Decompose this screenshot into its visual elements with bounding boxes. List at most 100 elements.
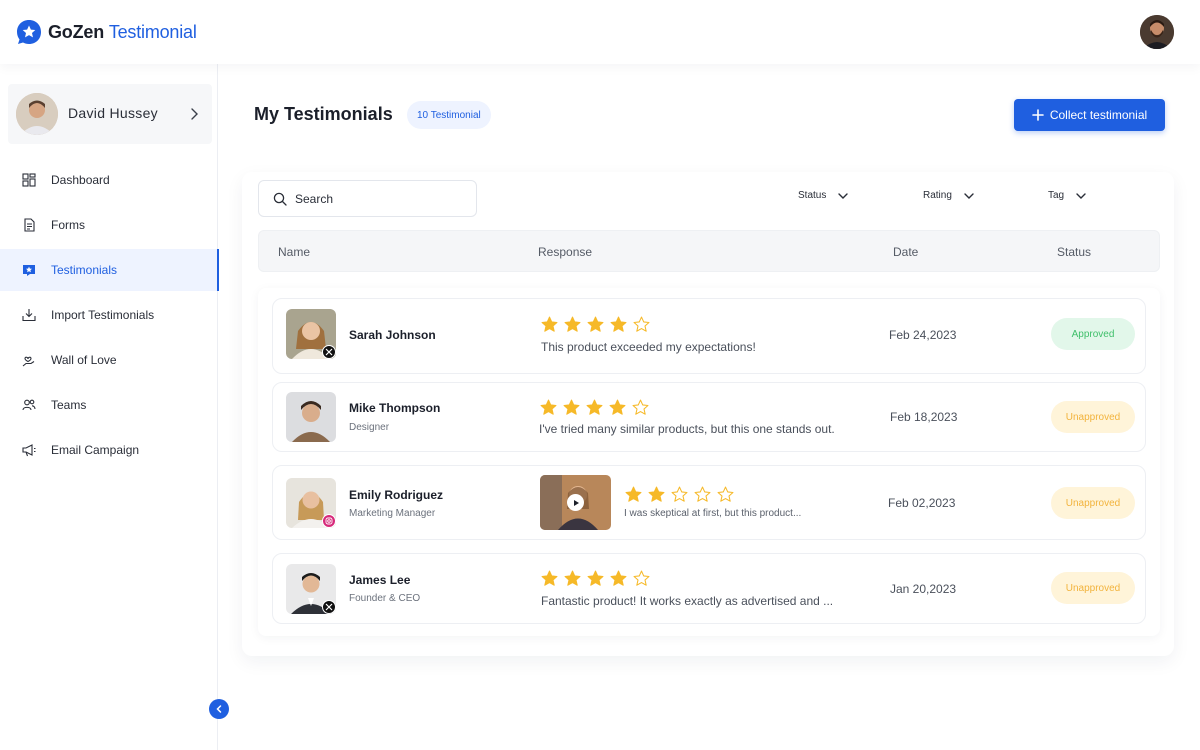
star-rating — [625, 486, 734, 503]
profile-card[interactable]: David Hussey — [8, 84, 212, 144]
megaphone-icon — [22, 443, 36, 457]
team-icon — [22, 398, 36, 412]
sidebar-item-import-testimonials[interactable]: Import Testimonials — [0, 294, 218, 336]
response-date: Feb 18,2023 — [890, 410, 958, 424]
star-filled-icon — [563, 399, 580, 415]
sidebar-item-dashboard[interactable]: Dashboard — [0, 159, 218, 201]
response-date: Feb 02,2023 — [888, 496, 956, 510]
testimonial-icon — [22, 263, 36, 277]
rating-filter-label: Rating — [923, 190, 952, 201]
sidebar-item-label: Import Testimonials — [51, 308, 155, 322]
star-rating — [541, 570, 650, 587]
testimonial-count-badge: 10 Testimonial — [407, 101, 491, 129]
sidebar-nav: Dashboard Forms Testimonials Import Test… — [0, 159, 219, 474]
sidebar-item-testimonials[interactable]: Testimonials — [0, 249, 219, 291]
star-filled-icon — [587, 570, 604, 586]
status-filter-label: Status — [798, 190, 827, 201]
chevron-down-icon — [1076, 192, 1086, 199]
response-text: I've tried many similar products, but th… — [539, 422, 835, 436]
video-thumbnail[interactable] — [540, 475, 611, 530]
status-badge[interactable]: Unapproved — [1051, 401, 1135, 433]
collect-testimonial-button[interactable]: Collect testimonial — [1014, 99, 1165, 131]
reviewer-role: Founder & CEO — [349, 593, 421, 604]
star-filled-icon — [564, 570, 581, 586]
star-filled-icon — [609, 399, 626, 415]
chevron-left-icon — [216, 705, 222, 713]
tag-filter-label: Tag — [1048, 190, 1065, 201]
profile-name: David Hussey — [68, 105, 158, 121]
sidebar-item-email-campaign[interactable]: Email Campaign — [0, 429, 218, 471]
search-box[interactable] — [258, 180, 477, 217]
response-text: This product exceeded my expectations! — [541, 340, 756, 354]
star-empty-icon — [717, 486, 734, 502]
collect-button-label: Collect testimonial — [1049, 108, 1148, 122]
star-filled-icon — [587, 316, 604, 332]
table-row[interactable]: Emily Rodriguez Marketing Manager I was … — [272, 465, 1146, 540]
reviewer-name: James Lee — [349, 573, 411, 587]
star-filled-icon — [541, 316, 558, 332]
account-avatar[interactable] — [1140, 15, 1174, 49]
tag-filter[interactable]: Tag — [1048, 190, 1088, 201]
status-filter[interactable]: Status — [798, 190, 850, 201]
star-filled-icon — [648, 486, 665, 502]
import-icon — [22, 308, 36, 322]
brand-name: GoZen Testimonial — [48, 21, 197, 42]
search-icon — [273, 192, 287, 206]
sidebar-item-label: Email Campaign — [51, 443, 140, 457]
star-filled-icon — [586, 399, 603, 415]
rating-filter[interactable]: Rating — [923, 190, 976, 201]
logo-icon — [17, 20, 41, 44]
page-title: My Testimonials — [254, 104, 393, 124]
avatar — [16, 93, 58, 135]
status-badge[interactable]: Unapproved — [1051, 487, 1135, 519]
column-header-status[interactable]: Status — [1057, 245, 1091, 259]
sidebar: David Hussey Dashboard Forms Testimonial… — [0, 64, 219, 750]
reviewer-name: Sarah Johnson — [349, 328, 436, 342]
play-icon[interactable] — [567, 494, 584, 511]
response-text: I was skeptical at first, but this produ… — [624, 508, 802, 519]
star-filled-icon — [625, 486, 642, 502]
star-empty-icon — [632, 399, 649, 415]
form-icon — [22, 218, 36, 232]
star-rating — [541, 316, 650, 333]
star-filled-icon — [541, 570, 558, 586]
table-header: Name Response Date Status — [258, 230, 1160, 272]
column-header-response[interactable]: Response — [538, 245, 592, 259]
sidebar-item-forms[interactable]: Forms — [0, 204, 218, 246]
sidebar-item-wall-of-love[interactable]: Wall of Love — [0, 339, 218, 381]
chevron-down-icon — [964, 192, 974, 199]
sidebar-item-label: Testimonials — [51, 263, 118, 277]
status-badge[interactable]: Unapproved — [1051, 572, 1135, 604]
chevron-down-icon — [838, 192, 849, 199]
avatar — [286, 392, 336, 442]
sidebar-collapse-button[interactable] — [209, 699, 229, 719]
status-badge[interactable]: Approved — [1051, 318, 1135, 350]
reviewer-name: Mike Thompson — [349, 401, 441, 415]
hand-heart-icon — [22, 353, 36, 367]
x-icon — [322, 600, 336, 614]
chevron-right-icon — [191, 108, 198, 120]
table-row[interactable]: Mike Thompson Designer I've tried many s… — [272, 382, 1146, 452]
response-date: Jan 20,2023 — [890, 582, 957, 596]
brand-logo[interactable]: GoZen Testimonial — [16, 19, 197, 45]
table-row[interactable]: James Lee Founder & CEO Fantastic produc… — [272, 553, 1146, 624]
reviewer-name: Emily Rodriguez — [349, 488, 444, 502]
column-header-date[interactable]: Date — [893, 245, 918, 259]
table-row[interactable]: Sarah Johnson This product exceeded my e… — [272, 298, 1146, 374]
sidebar-item-teams[interactable]: Teams — [0, 384, 218, 426]
x-icon — [322, 345, 336, 359]
star-empty-icon — [633, 570, 650, 586]
star-empty-icon — [633, 316, 650, 332]
star-filled-icon — [540, 399, 557, 415]
response-text: Fantastic product! It works exactly as a… — [541, 594, 834, 608]
reviewer-role: Marketing Manager — [349, 508, 436, 519]
search-input[interactable] — [295, 191, 455, 206]
instagram-icon — [322, 514, 336, 528]
sidebar-item-label: Forms — [51, 218, 85, 232]
plus-icon — [1032, 109, 1044, 121]
column-header-name[interactable]: Name — [278, 245, 310, 259]
star-empty-icon — [694, 486, 711, 502]
sidebar-item-label: Wall of Love — [51, 353, 117, 367]
response-date: Feb 24,2023 — [889, 328, 957, 342]
dashboard-icon — [22, 173, 36, 187]
